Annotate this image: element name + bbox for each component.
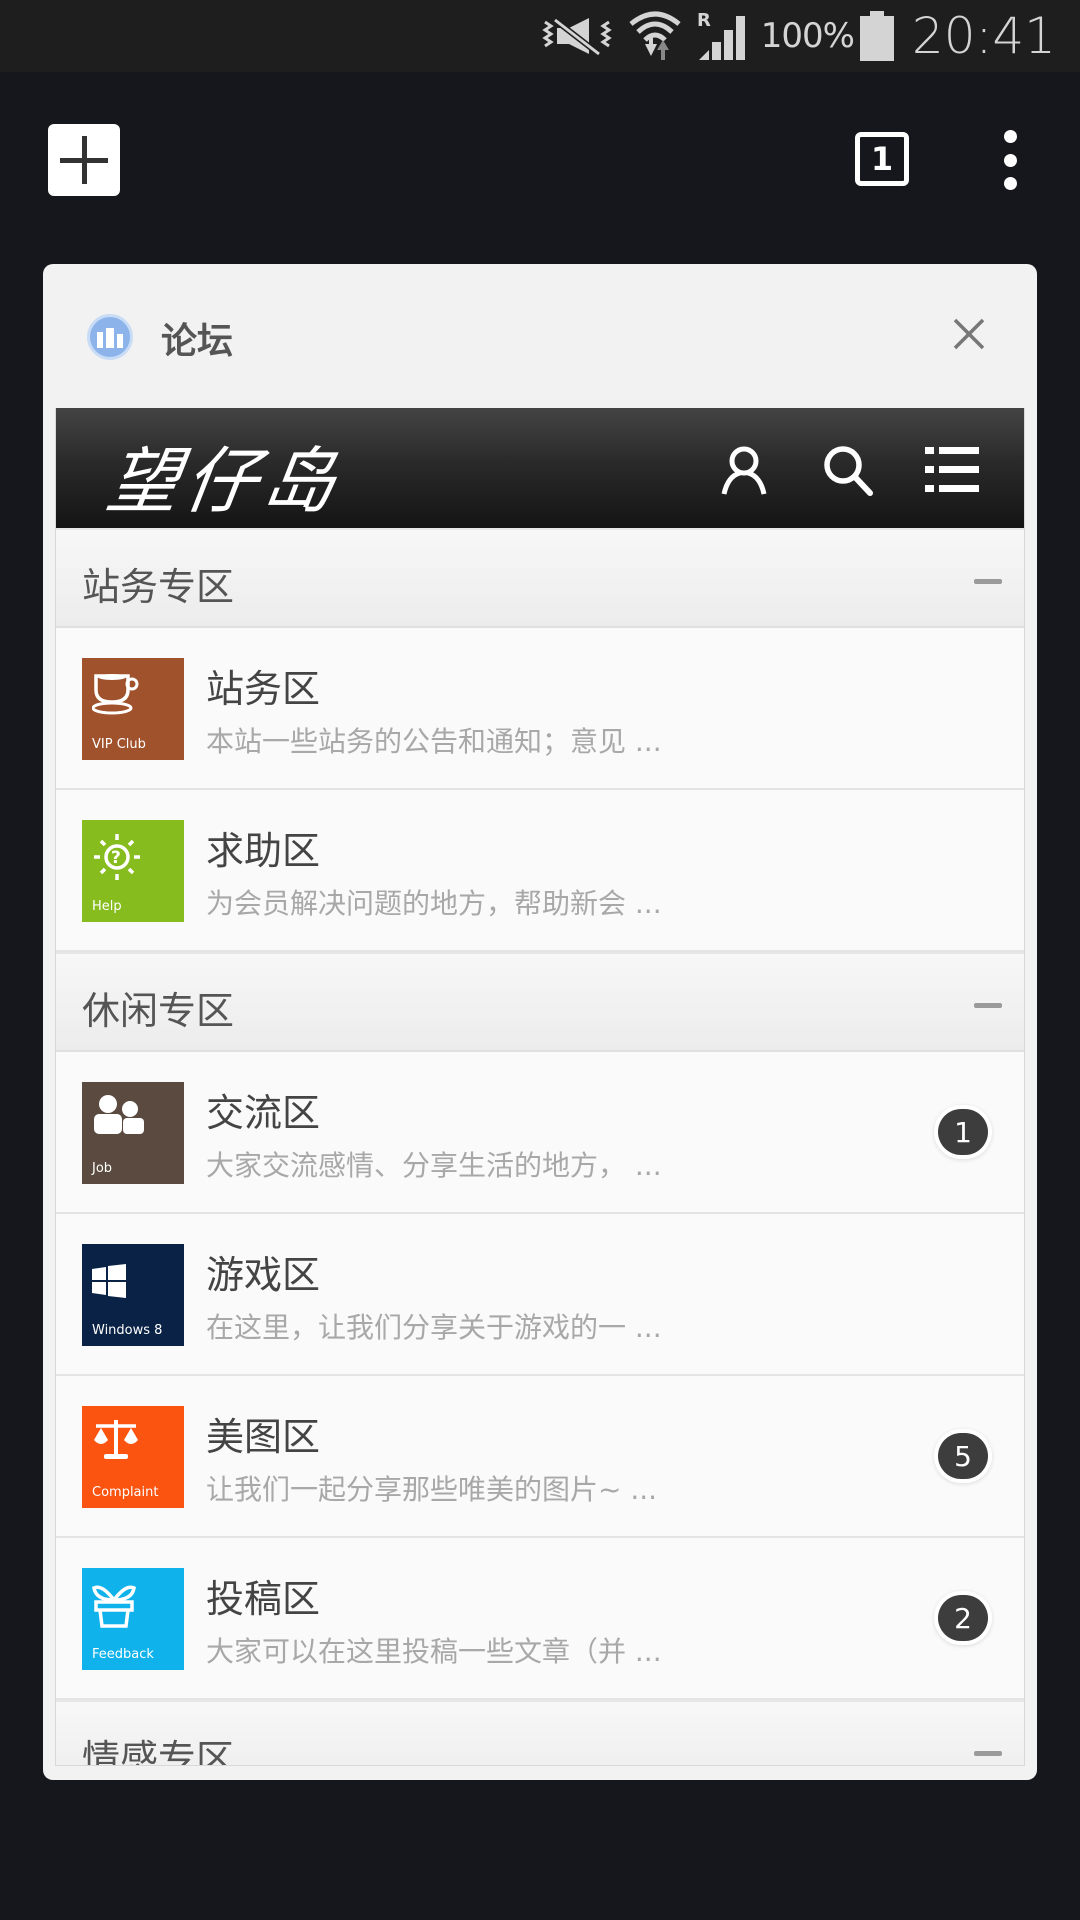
- tile-label: VIP Club: [92, 737, 146, 752]
- tab-card-header: 论坛: [43, 264, 1037, 408]
- people-icon: [94, 1095, 144, 1134]
- battery-percent: 100%: [760, 16, 855, 56]
- new-posts-badge: 2: [938, 1595, 988, 1641]
- forum-item[interactable]: Windows 8 游戏区 在这里，让我们分享关于游戏的一 ...: [56, 1214, 1024, 1376]
- new-posts-badge: 5: [938, 1433, 988, 1479]
- section-header[interactable]: 休闲专区: [56, 952, 1024, 1052]
- coffee-cup-icon: [92, 674, 139, 715]
- forum-item[interactable]: ? Help 求助区 为会员解决问题的地方，帮助新会 ...: [56, 790, 1024, 952]
- svg-text:?: ?: [111, 848, 121, 868]
- more-vertical-icon[interactable]: [995, 130, 1025, 190]
- forum-tile: ? Help: [82, 820, 184, 922]
- close-tab-button[interactable]: [949, 314, 989, 354]
- close-icon: [953, 318, 985, 350]
- forum-name[interactable]: 交流区: [206, 1082, 320, 1137]
- forum-item[interactable]: VIP Club 站务区 本站一些站务的公告和通知；意见 ...: [56, 628, 1024, 790]
- collapse-icon[interactable]: [974, 1003, 1002, 1008]
- forum-description: 大家交流感情、分享生活的地方， ...: [206, 1149, 662, 1182]
- forum-name[interactable]: 站务区: [206, 658, 320, 713]
- forum-item[interactable]: Feedback 投稿区 大家可以在这里投稿一些文章（并 ... 2: [56, 1538, 1024, 1700]
- vibrate-mute-icon: [539, 14, 615, 58]
- forum-tile: Windows 8: [82, 1244, 184, 1346]
- svg-text:R: R: [697, 10, 711, 31]
- forum-tile: Feedback: [82, 1568, 184, 1670]
- section-header[interactable]: 站务专区: [56, 528, 1024, 628]
- forum-item[interactable]: Complaint 美图区 让我们一起分享那些唯美的图片~ ... 5: [56, 1376, 1024, 1538]
- tile-label: Windows 8: [92, 1323, 163, 1338]
- forum-description: 在这里，让我们分享关于游戏的一 ...: [206, 1311, 662, 1344]
- favicon-icon: [87, 314, 133, 360]
- section-title: 休闲专区: [82, 989, 235, 1033]
- section-title: 情感专区: [82, 1737, 235, 1766]
- forum-description: 大家可以在这里投稿一些文章（并 ...: [206, 1635, 662, 1668]
- plus-icon: [60, 136, 108, 184]
- site-header: 望仔岛: [56, 408, 1024, 528]
- status-bar: R 100% 20:41: [0, 0, 1080, 72]
- section-title: 站务专区: [82, 565, 235, 609]
- help-sun-icon: ?: [94, 834, 140, 880]
- section-header[interactable]: 情感专区: [56, 1700, 1024, 1766]
- tile-label: Job: [92, 1161, 113, 1176]
- site-logo[interactable]: 望仔岛: [101, 422, 350, 527]
- forum-name[interactable]: 游戏区: [206, 1244, 320, 1299]
- collapse-icon[interactable]: [974, 579, 1002, 584]
- forum-description: 让我们一起分享那些唯美的图片~ ...: [206, 1473, 658, 1506]
- tab-switcher-toolbar: 1: [0, 72, 1080, 247]
- forum-name[interactable]: 求助区: [206, 820, 320, 875]
- forum-name[interactable]: 美图区: [206, 1406, 320, 1461]
- search-icon[interactable]: [820, 442, 876, 498]
- wifi-icon: [629, 8, 681, 64]
- menu-icon[interactable]: [924, 442, 980, 498]
- user-icon[interactable]: [716, 442, 772, 498]
- windows-icon: [92, 1264, 126, 1298]
- forum-tile: VIP Club: [82, 658, 184, 760]
- tile-label: Complaint: [92, 1485, 159, 1500]
- clock: 20:41: [911, 7, 1056, 65]
- roaming-signal-icon: R: [695, 8, 747, 64]
- tab-card[interactable]: 论坛 望仔岛 站务专区 VIP Club 站务区 本站一些站务的公告和通知；意见…: [43, 264, 1037, 1780]
- battery-icon: [859, 11, 894, 61]
- tab-count-button[interactable]: 1: [855, 132, 909, 186]
- forum-description: 为会员解决问题的地方，帮助新会 ...: [206, 887, 662, 920]
- forum-description: 本站一些站务的公告和通知；意见 ...: [206, 725, 662, 758]
- tab-title: 论坛: [161, 321, 234, 362]
- tile-label: Feedback: [92, 1647, 154, 1662]
- forum-item[interactable]: Job 交流区 大家交流感情、分享生活的地方， ... 1: [56, 1052, 1024, 1214]
- new-tab-button[interactable]: [48, 124, 120, 196]
- forum-tile: Complaint: [82, 1406, 184, 1508]
- tile-label: Help: [92, 899, 122, 914]
- forum-name[interactable]: 投稿区: [206, 1568, 320, 1623]
- new-posts-badge: 1: [938, 1109, 988, 1155]
- collapse-icon[interactable]: [974, 1751, 1002, 1756]
- scales-icon: [94, 1420, 138, 1459]
- forum-tile: Job: [82, 1082, 184, 1184]
- plant-pot-icon: [92, 1585, 136, 1628]
- page-preview[interactable]: 望仔岛 站务专区 VIP Club 站务区 本站一些站务的公告和通知；意见 ..…: [55, 408, 1025, 1766]
